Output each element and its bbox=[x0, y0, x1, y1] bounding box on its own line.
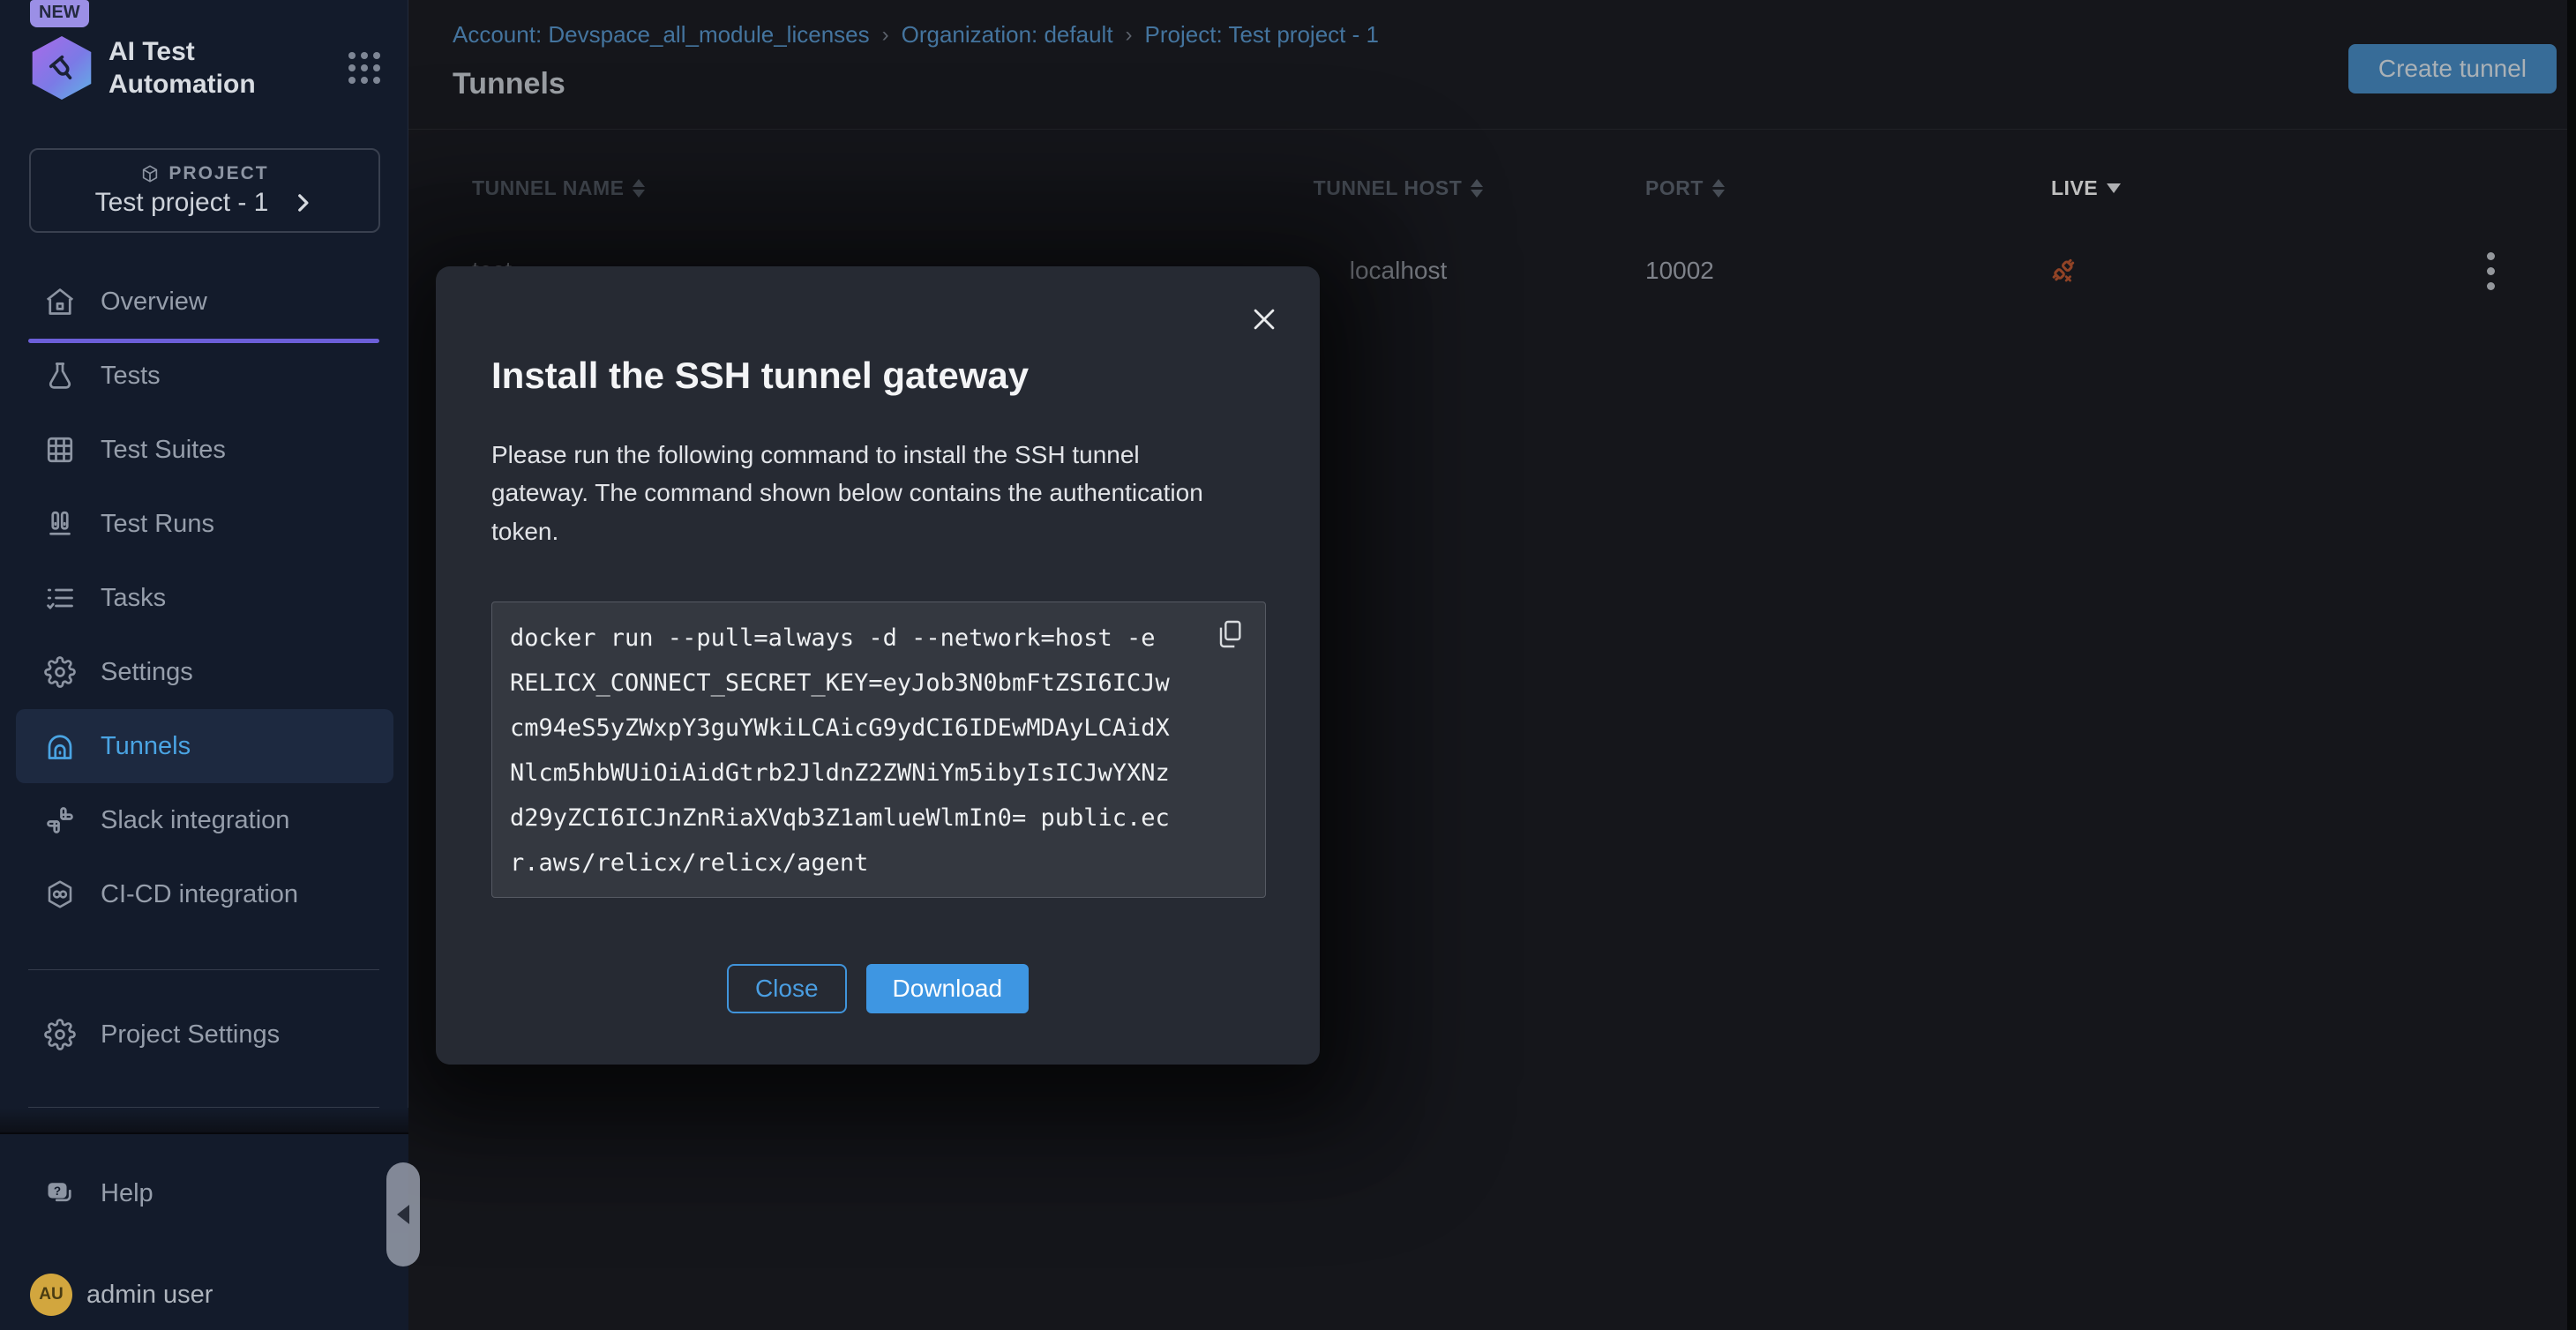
sidebar-item-tunnels[interactable]: Tunnels bbox=[16, 709, 393, 783]
code-line: d29yZCI6ICJnZnRiaXVqb3Z1amlueWlmIn0= pub… bbox=[510, 796, 1247, 841]
sidebar-divider bbox=[28, 969, 379, 970]
sidebar-item-tests[interactable]: Tests bbox=[16, 339, 393, 413]
help-chat-icon: ? bbox=[44, 1177, 76, 1209]
sidebar-item-label: Help bbox=[101, 1179, 154, 1208]
docker-command-code-block: docker run --pull=always -d --network=ho… bbox=[491, 601, 1266, 898]
gear-icon bbox=[44, 656, 76, 688]
svg-text:?: ? bbox=[54, 1184, 61, 1198]
code-line: RELICX_CONNECT_SECRET_KEY=eyJob3N0bmFtZS… bbox=[510, 661, 1247, 706]
modal-actions: Close Download bbox=[436, 964, 1320, 1013]
app-logo-row: AI Test Automation bbox=[29, 35, 380, 101]
sidebar-project-settings-wrap: Project Settings bbox=[16, 998, 393, 1072]
sidebar-collapse-handle[interactable] bbox=[386, 1162, 420, 1266]
close-icon[interactable] bbox=[1249, 302, 1284, 337]
sidebar-item-label: Test Suites bbox=[101, 436, 226, 465]
project-selector[interactable]: PROJECT Test project - 1 bbox=[29, 148, 380, 233]
home-icon bbox=[44, 286, 76, 318]
code-line: r.aws/relicx/relicx/agent bbox=[510, 841, 1247, 885]
sidebar: NEW AI Test Automation bbox=[0, 0, 408, 1330]
sidebar-item-label: Tasks bbox=[101, 584, 166, 613]
chevron-right-icon bbox=[291, 191, 314, 214]
sidebar-item-label: Overview bbox=[101, 288, 207, 317]
sidebar-item-label: Project Settings bbox=[101, 1020, 280, 1050]
sidebar-item-tasks[interactable]: Tasks bbox=[16, 561, 393, 635]
sidebar-item-project-settings[interactable]: Project Settings bbox=[16, 998, 393, 1072]
sidebar-item-label: Tests bbox=[101, 362, 161, 391]
app-title: AI Test Automation bbox=[109, 35, 256, 101]
close-button[interactable]: Close bbox=[727, 964, 847, 1013]
project-name: Test project - 1 bbox=[95, 188, 269, 218]
cicd-icon bbox=[44, 878, 76, 910]
avatar: AU bbox=[30, 1274, 72, 1316]
new-badge: NEW bbox=[30, 0, 89, 27]
sidebar-item-label: Test Runs bbox=[101, 510, 214, 539]
sidebar-item-label: Slack integration bbox=[101, 806, 289, 835]
project-label: PROJECT bbox=[168, 163, 268, 184]
flask-icon bbox=[44, 360, 76, 392]
collapse-arrow-icon bbox=[397, 1205, 409, 1224]
app-root: NEW AI Test Automation bbox=[0, 0, 2576, 1330]
code-line: Nlcm5hbWUiOiAidGtrb2JldnZ2ZWNiYm5ibyIsIC… bbox=[510, 751, 1247, 796]
modal-description: Please run the following command to inst… bbox=[491, 436, 1243, 550]
user-menu[interactable]: AU admin user bbox=[30, 1274, 213, 1316]
install-gateway-modal: Install the SSH tunnel gateway Please ru… bbox=[436, 266, 1320, 1065]
slack-icon bbox=[44, 804, 76, 836]
copy-icon[interactable] bbox=[1216, 615, 1251, 654]
user-name: admin user bbox=[86, 1281, 213, 1310]
sidebar-item-slack-integration[interactable]: Slack integration bbox=[16, 783, 393, 857]
sidebar-item-label: Tunnels bbox=[101, 732, 191, 761]
sidebar-item-help[interactable]: ? Help bbox=[16, 1162, 393, 1224]
app-logo-icon bbox=[29, 36, 94, 100]
sidebar-gap bbox=[0, 1108, 408, 1132]
sidebar-item-overview[interactable]: Overview bbox=[16, 265, 393, 339]
code-line: docker run --pull=always -d --network=ho… bbox=[510, 616, 1247, 661]
tunnel-icon bbox=[44, 730, 76, 762]
modal-title: Install the SSH tunnel gateway bbox=[491, 355, 1029, 397]
code-line: cm94eS5yZWxpY3guYWkiLCAicG9ydCI6IDEwMDAy… bbox=[510, 706, 1247, 751]
sidebar-item-cicd-integration[interactable]: CI-CD integration bbox=[16, 857, 393, 931]
app-launcher-icon[interactable] bbox=[348, 52, 380, 84]
sidebar-item-test-suites[interactable]: Test Suites bbox=[16, 413, 393, 487]
table-grid-icon bbox=[44, 434, 76, 466]
download-button[interactable]: Download bbox=[866, 964, 1030, 1013]
task-list-icon bbox=[44, 582, 76, 614]
test-runs-icon bbox=[44, 508, 76, 540]
sidebar-item-settings[interactable]: Settings bbox=[16, 635, 393, 709]
sidebar-item-label: CI-CD integration bbox=[101, 880, 298, 909]
gear-icon bbox=[44, 1019, 76, 1050]
sidebar-item-label: Settings bbox=[101, 658, 193, 687]
sidebar-item-test-runs[interactable]: Test Runs bbox=[16, 487, 393, 561]
cube-icon bbox=[140, 164, 160, 183]
sidebar-nav: Overview Tests Test Suites bbox=[16, 265, 393, 931]
